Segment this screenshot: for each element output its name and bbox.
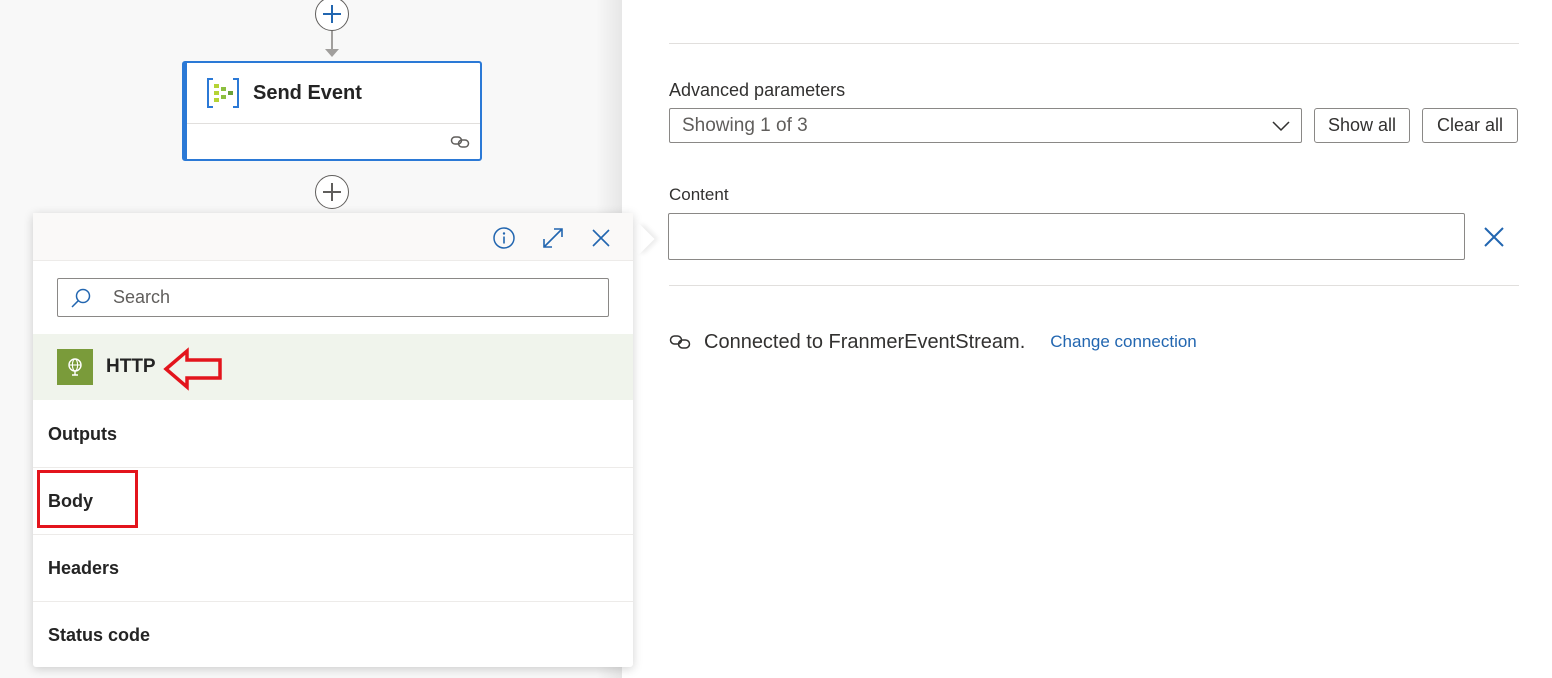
connection-text: Connected to FranmerEventStream. [704,330,1026,353]
info-button[interactable] [492,226,516,250]
plus-icon [323,5,341,23]
content-label: Content [669,185,729,204]
change-connection-link[interactable]: Change connection [1050,332,1197,352]
plus-icon [323,183,341,201]
clear-all-button[interactable]: Clear all [1422,108,1518,143]
flow-connector-arrow [325,49,339,57]
chevron-down-icon [1272,121,1290,132]
panel-divider [669,43,1519,44]
link-icon [669,335,691,349]
action-card-footer [187,123,480,159]
search-icon [69,286,93,310]
close-icon [1484,227,1504,247]
show-all-button[interactable]: Show all [1314,108,1410,143]
advanced-parameters-dropdown[interactable]: Showing 1 of 3 [669,108,1302,143]
token-outputs[interactable]: Outputs [33,401,633,468]
token-label: Outputs [48,423,117,444]
add-step-top-button[interactable] [315,0,349,31]
expand-button[interactable] [541,226,565,250]
content-input[interactable] [668,213,1465,260]
info-icon [493,227,515,249]
event-hubs-icon [207,78,239,108]
search-box[interactable] [57,278,609,317]
red-arrow-annotation-icon [163,347,222,391]
search-input[interactable] [113,279,608,316]
expand-icon [543,228,563,248]
token-label: Headers [48,557,120,578]
globe-icon [57,349,93,385]
link-icon [450,136,470,148]
token-status-code[interactable]: Status code [33,602,633,669]
picker-header [33,213,633,261]
send-event-action-card[interactable]: Send Event [182,61,482,161]
token-headers[interactable]: Headers [33,535,633,602]
advanced-parameters-label: Advanced parameters [669,80,846,100]
http-group-label: HTTP [106,356,156,377]
add-step-bottom-button[interactable] [315,175,349,209]
token-label: Status code [48,625,151,645]
panel-divider [669,285,1519,286]
http-group-header[interactable]: HTTP [33,334,633,400]
dropdown-value: Showing 1 of 3 [682,114,808,136]
close-picker-button[interactable] [589,226,613,250]
dynamic-content-picker: HTTP Outputs Body Headers Status code [33,213,633,667]
connection-info: Connected to FranmerEventStream. Change … [669,328,1197,356]
red-highlight-box [37,470,138,528]
remove-content-button[interactable] [1480,223,1508,251]
action-card-title: Send Event [253,81,362,104]
close-icon [592,229,610,247]
